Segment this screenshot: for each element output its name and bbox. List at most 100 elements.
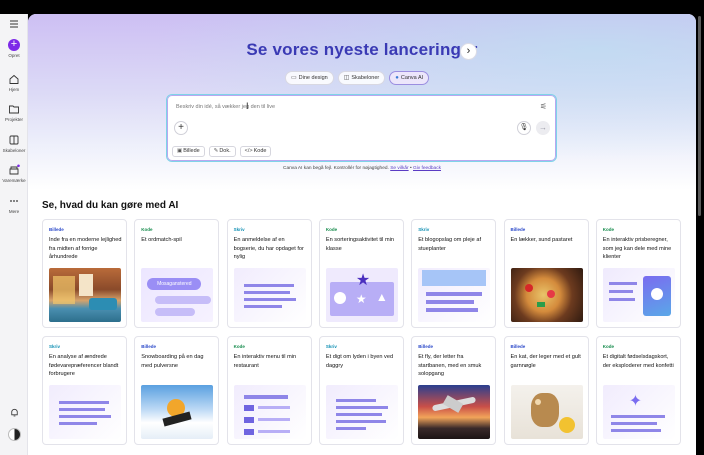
card-title: Et digt om lyden i byen ved daggry [325,354,394,369]
card-tag: Skriv [233,227,245,232]
create-button[interactable]: + Opret [0,39,28,58]
card-title: Snowboarding på en dag med pulversne [141,354,204,369]
sidebar-item-label: Projekter [4,117,23,122]
card-thumbnail [141,385,214,439]
sidebar-item-label: Varemærke [2,178,26,183]
card-title: Et fly, der letter fra startbanen, med e… [418,354,482,378]
suggestion-card[interactable]: Skriv En analyse af ændrede fødevarepræfe… [42,336,127,445]
card-title: En sorteringsaktivitet til min klasse [325,237,394,252]
main-content: Se vores nyeste lanceringer › ▭ Dine desi… [28,14,696,455]
sidebar-item-label: Mere [8,209,20,214]
sidebar-item-brand[interactable]: Varemærke [0,164,28,183]
pill-code[interactable]: </>Kode [239,146,272,157]
sidebar-item-projects[interactable]: Projekter [0,103,28,122]
card-title: En anmeldelse af en bogserie, du har opd… [233,237,304,261]
tab-label: Dine design [298,75,328,81]
plus-icon: + [8,39,20,51]
pill-image[interactable]: ▣Billede [172,146,205,157]
prompt-input[interactable]: Beskriv din idé, så vækker jeg den til l… [176,104,275,110]
add-attachment-button[interactable]: + [174,121,188,135]
suggestion-card[interactable]: Kode Et digitalt fødselsdagskort, der eks… [595,336,681,445]
pill-label: Billede [183,148,200,154]
suggestion-card[interactable]: Kode Et ordmatch-spil Mosaganstered [134,219,220,328]
sidebar-item-home[interactable]: Hjem [0,73,28,92]
top-bar [0,0,704,14]
card-tag: Billede [510,227,526,232]
bell-icon[interactable] [9,407,20,418]
card-thumbnail [418,385,491,439]
ai-icon: ● [395,75,399,81]
tab-label: Canva AI [400,75,424,81]
image-icon: ▣ [177,148,183,154]
card-thumbnail [233,385,306,439]
suggestion-card[interactable]: Billede En lækker, sund pastaret [503,219,589,328]
tab-your-designs[interactable]: ▭ Dine design [285,71,334,85]
card-title: En analyse af ændrede fødevarepræference… [49,354,119,378]
doc-icon: ✎ [213,148,219,154]
card-tag: Kode [233,344,245,349]
disclaimer: Canva AI kan begå fejl. Kontrollér for n… [28,166,696,171]
card-tag: Kode [141,227,153,232]
sidebar-item-label: Skabeloner [2,148,26,153]
card-tag: Skriv [49,344,61,349]
tab-label: Skabeloner [351,75,380,81]
suggestion-card[interactable]: Billede En kat, der leger med et gult gar… [503,336,589,445]
pill-doc[interactable]: ✎Dok. [208,146,236,157]
card-title: En lækker, sund pastaret [510,237,573,243]
suggestion-card[interactable]: Skriv Et digt om lyden i byen ved daggry [318,336,404,445]
card-title: En kat, der leger med et gult garnnøgle [510,354,581,369]
sidebar-item-templates[interactable]: Skabeloner [0,134,28,153]
search-tabs: ▭ Dine design ◫ Skabeloner ● Canva AI [285,71,430,86]
text-cursor-icon: I [246,101,249,111]
prompt-box: Beskriv din idé, så vækker jeg den til l… [166,94,557,162]
folder-icon [9,105,19,114]
home-icon [9,74,19,84]
card-thumbnail [325,385,398,439]
card-title: Et ordmatch-spil [141,237,182,243]
terms-link[interactable]: Se vilkår [390,166,408,171]
word-chip: Mosaganstered [147,278,202,290]
chevron-right-icon[interactable]: › [460,43,477,60]
separator: • [409,166,412,171]
microphone-icon[interactable]: 🎙 [517,121,531,135]
create-label: Opret [8,53,20,58]
card-thumbnail [49,268,121,322]
suggestion-card[interactable]: Skriv En anmeldelse af en bogserie, du ha… [226,219,312,328]
card-thumbnail [233,268,306,322]
code-icon: </> [244,148,253,154]
suggestion-card[interactable]: Billede Et fly, der letter fra startbanen… [411,336,497,445]
card-tag: Billede [141,344,157,349]
card-tag: Kode [325,227,338,232]
sidebar-item-label: Hjem [8,87,20,92]
card-thumbnail: Mosaganstered [141,268,214,322]
templates-icon: ◫ [343,75,350,81]
suggestion-card[interactable]: Kode En interaktiv menu til min restauran… [226,336,312,445]
hero-title: Se vores nyeste lanceringer [246,40,478,59]
scrollbar[interactable] [698,16,701,216]
card-tag: Kode [602,344,615,349]
card-title: En interaktiv menu til min restaurant [233,354,297,369]
sidebar: + Opret Hjem Projekter Skabeloner Varemæ… [0,14,28,455]
send-button[interactable]: → [536,121,550,135]
tab-canva-ai[interactable]: ● Canva AI [389,71,430,85]
tab-templates[interactable]: ◫ Skabeloner [337,71,386,85]
suggestion-card[interactable]: Skriv Et blogopslag om pleje af stueplant… [411,219,497,328]
feedback-link[interactable]: Giv feedback [413,166,441,171]
suggestion-card[interactable]: Kode En sorteringsaktivitet til min klass… [318,219,404,328]
sidebar-item-more[interactable]: Mere [0,195,28,214]
card-title: Et blogopslag om pleje af stueplanter [418,237,482,252]
suggestion-card[interactable]: Kode En interaktiv prisberegner, som jeg … [595,219,681,328]
sliders-icon[interactable]: ⚟ [540,102,547,111]
card-tag: Billede [510,344,526,349]
card-title: Inde fra en moderne lejlighed fra midten… [49,237,122,261]
card-thumbnail [602,268,675,322]
card-thumbnail [510,385,583,439]
card-thumbnail [49,385,121,439]
avatar[interactable] [8,428,21,441]
card-thumbnail [510,268,583,322]
suggestion-card[interactable]: Billede Inde fra en moderne lejlighed fra… [42,219,127,328]
section-title: Se, hvad du kan gøre med AI [42,200,179,211]
menu-icon[interactable] [9,20,19,28]
suggestion-card[interactable]: Billede Snowboarding på en dag med pulver… [134,336,220,445]
card-thumbnail: ✦ [602,385,675,439]
